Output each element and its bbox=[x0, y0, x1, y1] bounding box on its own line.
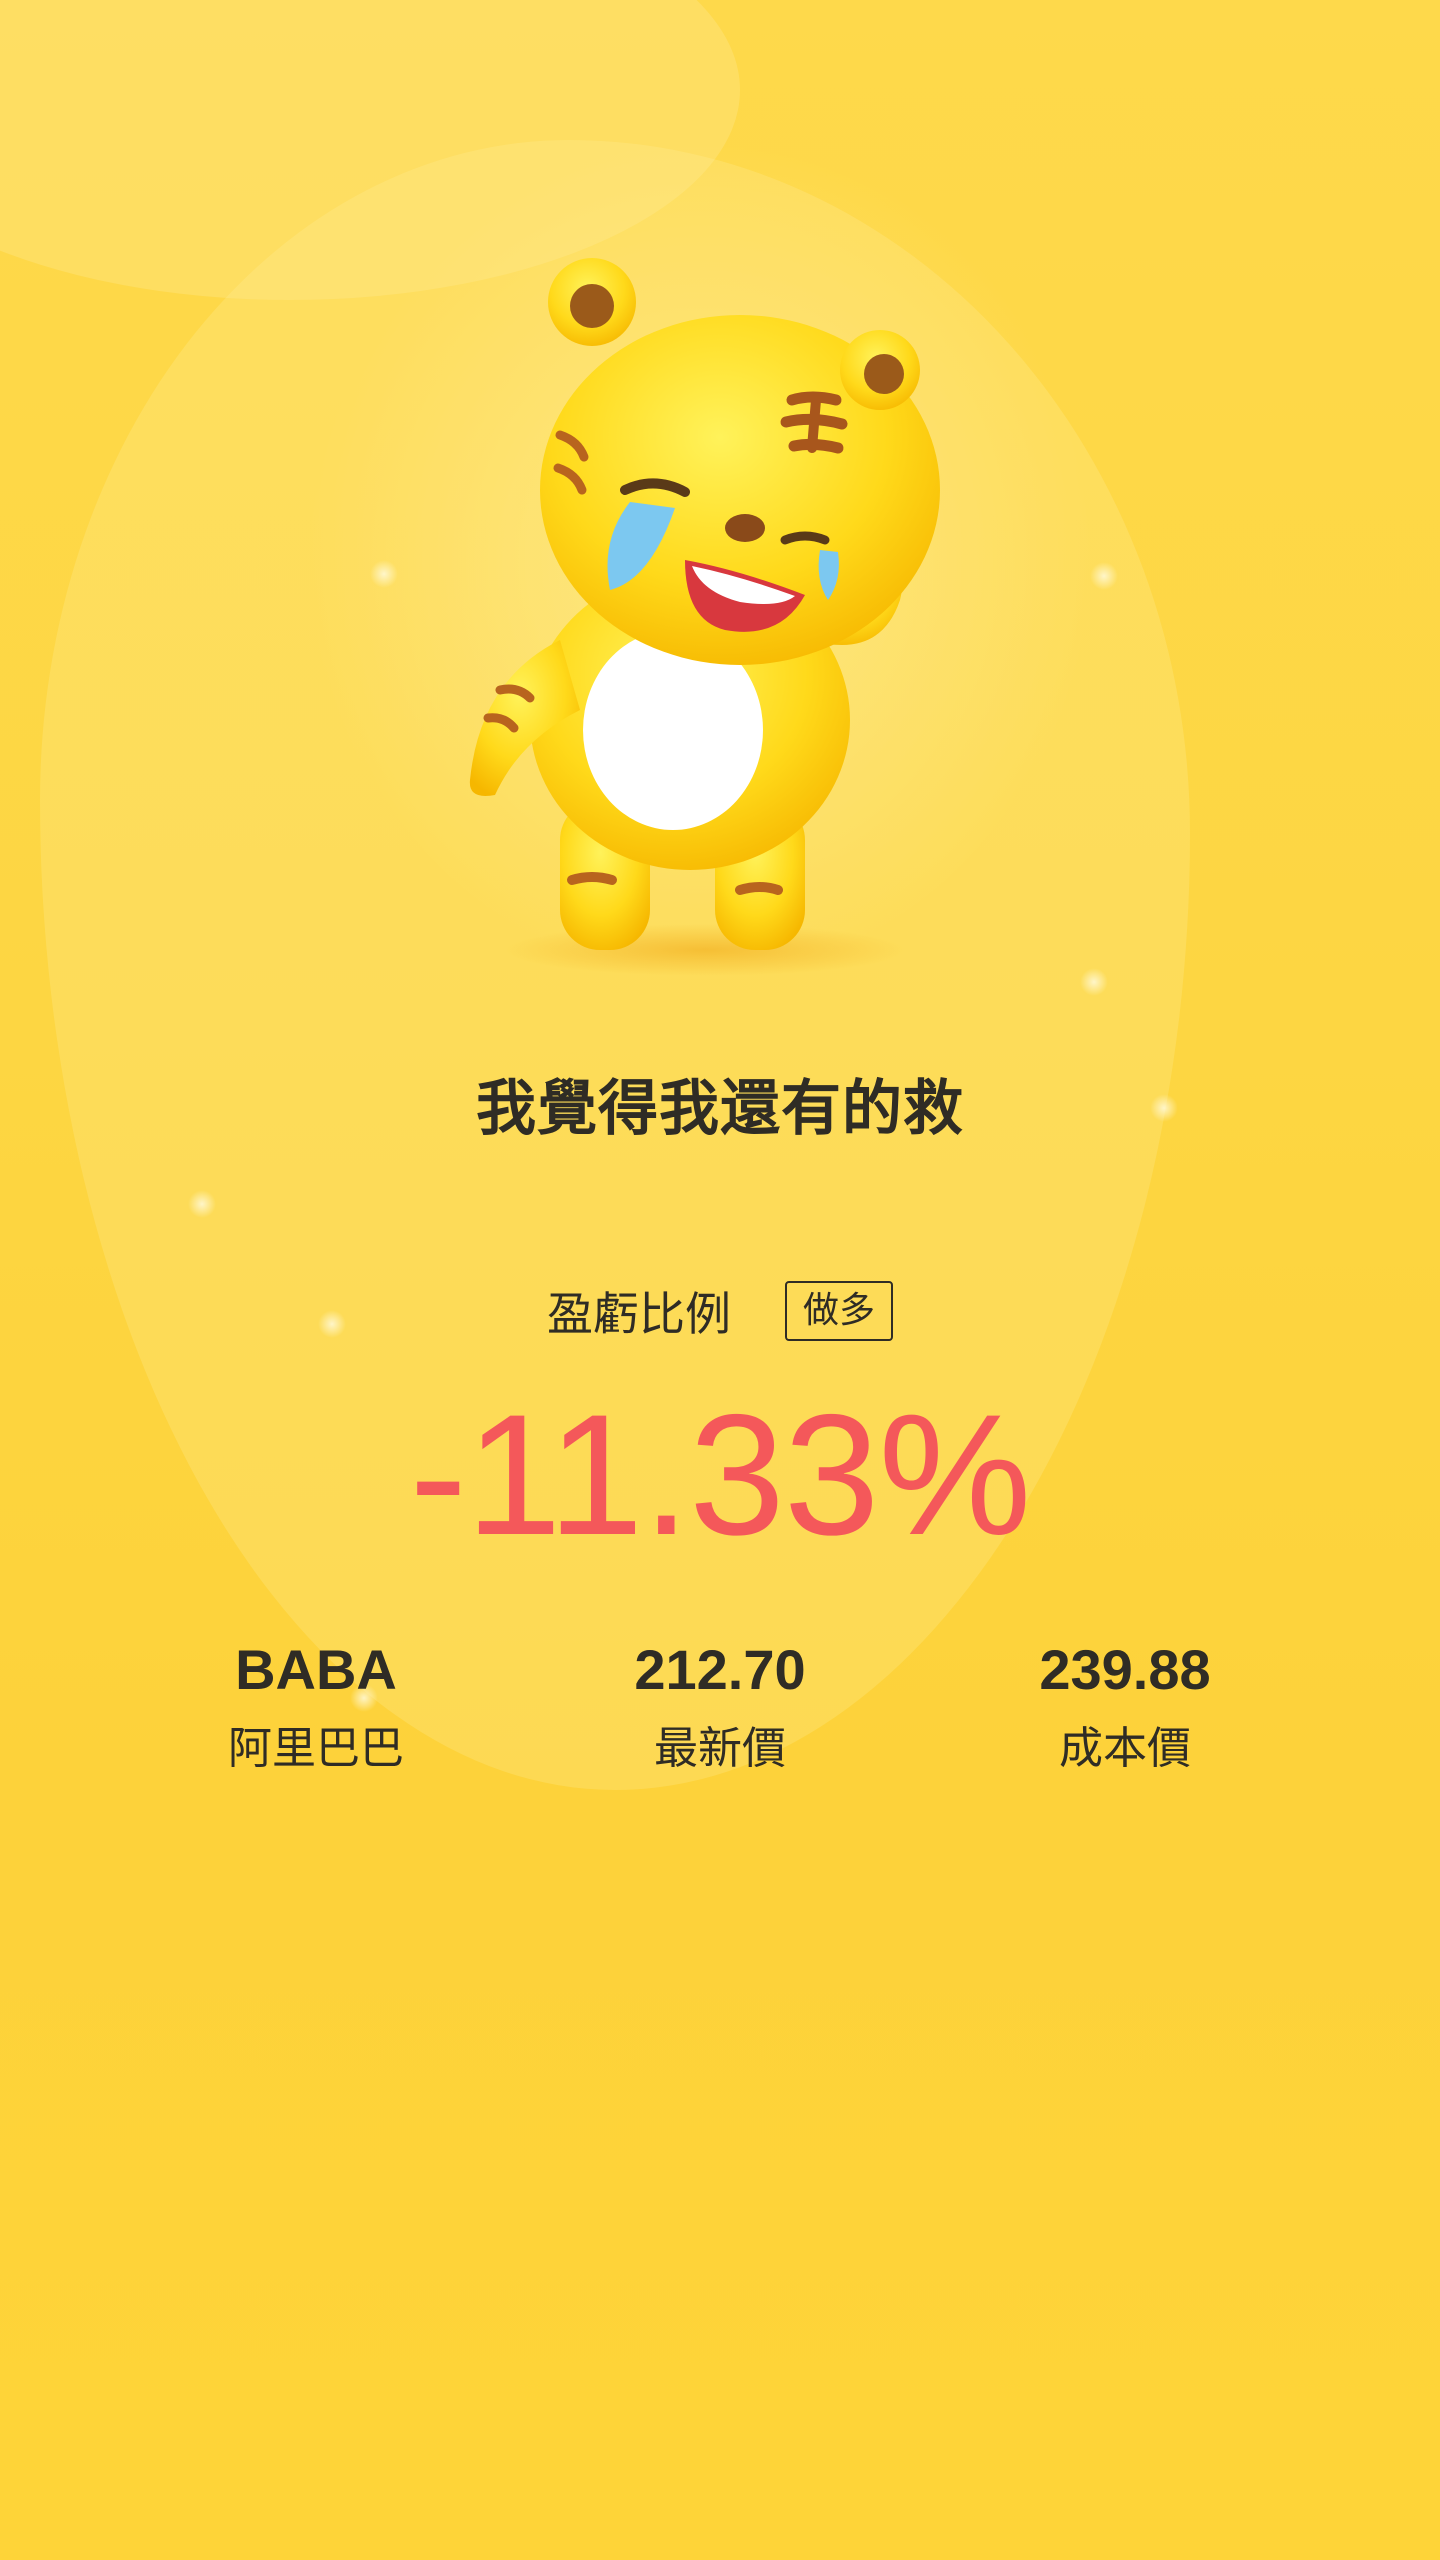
sparkle-decoration bbox=[1080, 968, 1108, 996]
sparkle-decoration bbox=[370, 560, 398, 588]
slogan-text: 我覺得我還有的救 bbox=[476, 1074, 964, 1144]
sparkle-decoration bbox=[188, 1190, 216, 1218]
cost-price-label: 成本價 bbox=[1059, 1723, 1191, 1774]
profit-loss-header: 盈虧比例 做多 bbox=[0, 1278, 1440, 1344]
profit-loss-label: 盈虧比例 bbox=[546, 1287, 731, 1341]
sparkle-decoration bbox=[1090, 562, 1118, 590]
latest-price-stat: 212.70 最新價 bbox=[570, 1630, 870, 1784]
stock-stats: BABA 阿里巴巴 212.70 最新價 239.88 成本價 bbox=[0, 1630, 1440, 1790]
crying-tiger-mascot-icon bbox=[469, 258, 940, 976]
share-card: 我覺得我還有的救 盈虧比例 做多 -11.33% BABA 阿里巴巴 212.7… bbox=[0, 0, 1440, 2560]
cost-price-value: 239.88 bbox=[1039, 1638, 1211, 1701]
stock-name: 阿里巴巴 bbox=[228, 1723, 404, 1774]
stock-symbol: BABA bbox=[235, 1638, 397, 1701]
cost-price-stat: 239.88 成本價 bbox=[975, 1630, 1275, 1784]
latest-price-label: 最新價 bbox=[654, 1723, 786, 1774]
stock-symbol-stat: BABA 阿里巴巴 bbox=[166, 1630, 466, 1784]
profit-loss-percentage: -11.33% bbox=[409, 1379, 1032, 1571]
position-direction-badge: 做多 bbox=[784, 1281, 893, 1341]
latest-price-value: 212.70 bbox=[634, 1638, 806, 1701]
